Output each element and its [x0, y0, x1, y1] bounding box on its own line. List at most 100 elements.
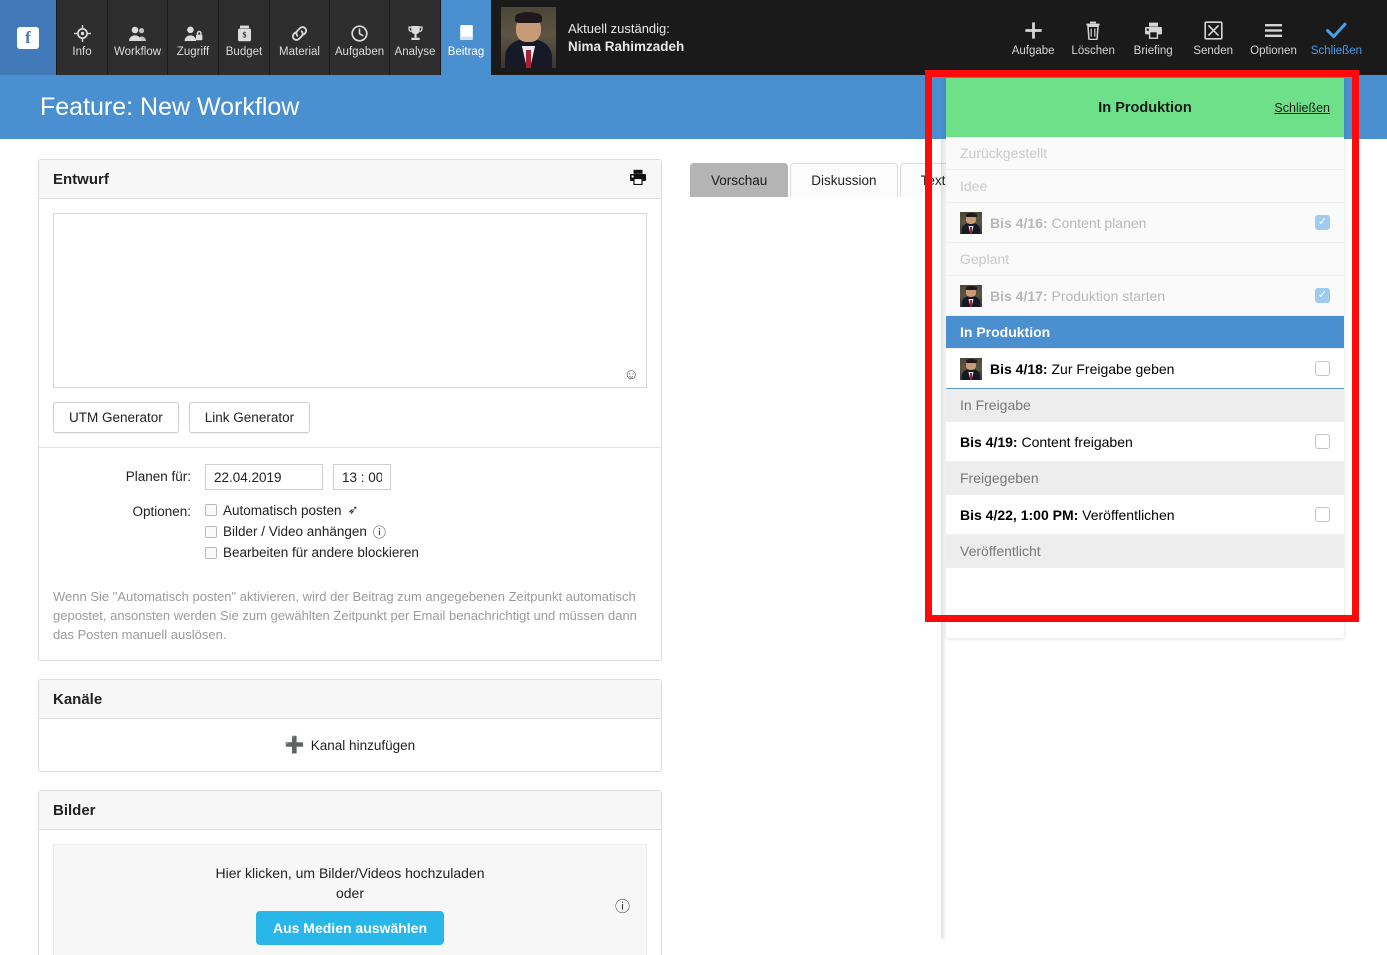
bilder-header: Bilder [39, 791, 661, 830]
task-avatar [960, 285, 982, 307]
task-label: Zur Freigabe geben [1051, 361, 1174, 377]
nav-item-beitrag[interactable]: Beitrag [440, 0, 491, 75]
option-checkbox[interactable] [205, 504, 217, 516]
option-row-2[interactable]: Bearbeiten für andere blockieren [205, 545, 419, 560]
task-checkbox[interactable] [1315, 434, 1330, 449]
generator-buttons: UTM Generator Link Generator [53, 402, 647, 433]
action-lschen[interactable]: Löschen [1063, 0, 1123, 75]
tab-diskussion[interactable]: Diskussion [790, 163, 897, 197]
task-label: Content freigaben [1021, 434, 1132, 450]
options-list: Automatisch posten ➶ Bilder / Video anhäng… [205, 499, 419, 564]
workflow-panel: In Produktion Schließen ZurückgestelltId… [946, 78, 1344, 638]
post-editor[interactable]: ☺ [53, 213, 647, 388]
svg-text:$: $ [242, 30, 246, 39]
workflow-task-row[interactable]: Bis 4/22, 1:00 PM: Veröffentlichen [946, 495, 1344, 535]
action-label: Löschen [1071, 45, 1114, 57]
entwurf-body: ☺ UTM Generator Link Generator Planen für… [39, 199, 661, 660]
schedule-time-input[interactable] [333, 464, 391, 490]
select-from-media-button[interactable]: Aus Medien auswählen [256, 911, 444, 945]
printer-icon [1144, 18, 1163, 42]
nav-item-label: Beitrag [448, 46, 484, 58]
generator-button-0[interactable]: UTM Generator [53, 402, 179, 433]
option-checkbox[interactable] [205, 526, 217, 538]
task-checkbox[interactable]: ✓ [1315, 288, 1330, 303]
task-checkbox[interactable]: ✓ [1315, 215, 1330, 230]
trophy-icon [407, 20, 424, 42]
task-due: Bis 4/18: [990, 361, 1048, 377]
kanaele-header: Kanäle [39, 680, 661, 719]
action-briefing[interactable]: Briefing [1123, 0, 1183, 75]
task-avatar [960, 358, 982, 380]
workflow-panel-header: In Produktion Schließen [946, 78, 1344, 137]
workflow-state-in-produktion[interactable]: In Produktion [946, 316, 1344, 349]
nav-item-zugriff[interactable]: Zugriff [167, 0, 218, 75]
task-due: Bis 4/16: [990, 215, 1048, 231]
rocket-icon: ➶ [348, 502, 359, 518]
workflow-task-row[interactable]: Bis 4/18: Zur Freigabe geben [946, 349, 1344, 389]
option-label: Bearbeiten für andere blockieren [223, 545, 419, 560]
nav-item-label: Analyse [395, 46, 436, 58]
schedule-date-input[interactable] [205, 464, 323, 490]
action-senden[interactable]: Senden [1183, 0, 1243, 75]
nav-item-label: Material [279, 46, 320, 58]
action-aufgabe[interactable]: Aufgabe [1003, 0, 1063, 75]
nav-item-label: Aufgaben [335, 46, 384, 58]
option-row-1[interactable]: Bilder / Video anhängenⓘ [205, 522, 419, 541]
bilder-title: Bilder [53, 802, 96, 819]
nav-left-group: f Info Workflow Zugriff $Budget Material Aufg… [0, 0, 491, 75]
workflow-state-ver-ffentlicht[interactable]: Veröffentlicht [946, 535, 1344, 568]
workflow-state-in-freigabe[interactable]: In Freigabe [946, 389, 1344, 422]
task-checkbox[interactable] [1315, 507, 1330, 522]
dropzone-line-1: Hier klicken, um Bilder/Videos hochzulad… [54, 865, 646, 881]
plus-icon [1024, 18, 1043, 42]
nav-item-budget[interactable]: $Budget [218, 0, 269, 75]
task-checkbox[interactable] [1315, 361, 1330, 376]
info-icon[interactable]: ⓘ [615, 896, 630, 917]
add-channel-button[interactable]: ➕Kanal hinzufügen [39, 719, 661, 771]
task-text: Bis 4/18: Zur Freigabe geben [990, 361, 1315, 377]
options-label: Optionen: [53, 499, 205, 519]
workflow-panel-footer [946, 568, 1344, 638]
generator-button-1[interactable]: Link Generator [189, 402, 310, 433]
clock-icon [351, 20, 368, 42]
option-row-0[interactable]: Automatisch posten ➶ [205, 502, 419, 518]
workflow-state-geplant[interactable]: Geplant [946, 243, 1344, 276]
workflow-state-freigegeben[interactable]: Freigegeben [946, 462, 1344, 495]
nav-item-info[interactable]: Info [56, 0, 107, 75]
top-navigation-bar: f Info Workflow Zugriff $Budget Material Aufg… [0, 0, 1387, 75]
printer-icon[interactable] [629, 169, 647, 189]
entwurf-header: Entwurf [39, 160, 661, 199]
tab-vorschau[interactable]: Vorschau [690, 163, 788, 197]
workflow-state-zur-ckgestellt[interactable]: Zurückgestellt [946, 137, 1344, 170]
media-dropzone[interactable]: Hier klicken, um Bilder/Videos hochzulad… [53, 844, 647, 955]
nav-item-workflow[interactable]: Workflow [107, 0, 167, 75]
option-label: Automatisch posten [223, 503, 342, 518]
option-checkbox[interactable] [205, 547, 217, 559]
task-text: Bis 4/22, 1:00 PM: Veröffentlichen [960, 507, 1315, 523]
nav-item-material[interactable]: Material [269, 0, 329, 75]
assignee-caption: Aktuell zuständig: [568, 20, 684, 38]
link-icon [290, 20, 309, 42]
schedule-row: Planen für: [53, 464, 647, 490]
bilder-body: Hier klicken, um Bilder/Videos hochzulad… [39, 830, 661, 955]
action-label: Briefing [1134, 45, 1173, 57]
nav-item-aufgaben[interactable]: Aufgaben [329, 0, 389, 75]
nav-item-analyse[interactable]: Analyse [389, 0, 440, 75]
workflow-task-row[interactable]: Bis 4/17: Produktion starten✓ [946, 276, 1344, 316]
person-lock-icon [184, 20, 203, 42]
facebook-icon: f [17, 27, 39, 49]
nav-item-label: Info [72, 46, 91, 58]
send-x-icon [1204, 18, 1223, 42]
workflow-task-row[interactable]: Bis 4/19: Content freigaben [946, 422, 1344, 462]
smiley-icon[interactable]: ☺ [624, 366, 639, 383]
workflow-close-link[interactable]: Schließen [1274, 101, 1330, 115]
workflow-state-idee[interactable]: Idee [946, 170, 1344, 203]
facebook-logo-tile[interactable]: f [0, 0, 56, 75]
task-text: Bis 4/16: Content planen [990, 215, 1315, 231]
action-optionen[interactable]: Optionen [1243, 0, 1304, 75]
nav-item-label: Zugriff [177, 46, 209, 58]
info-icon[interactable]: ⓘ [373, 522, 386, 541]
action-schlieen[interactable]: Schließen [1304, 0, 1369, 75]
auto-post-help-note: Wenn Sie "Automatisch posten" aktivieren… [53, 573, 647, 646]
workflow-task-row[interactable]: Bis 4/16: Content planen✓ [946, 203, 1344, 243]
